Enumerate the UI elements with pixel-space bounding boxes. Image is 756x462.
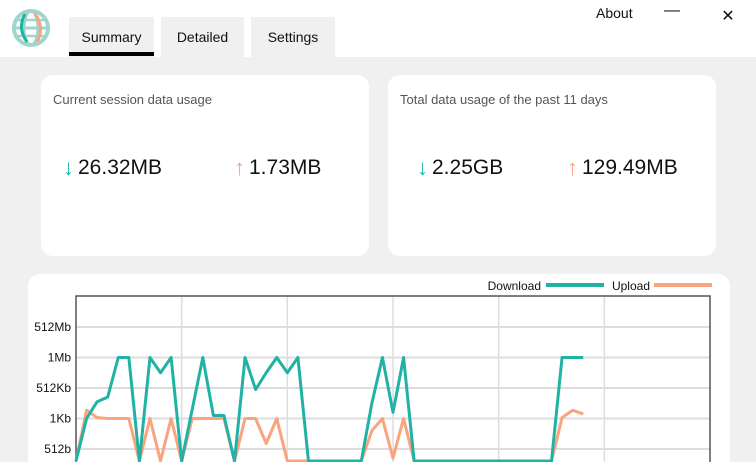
card-title: Total data usage of the past 11 days: [400, 92, 608, 107]
tab-detailed[interactable]: Detailed: [161, 17, 244, 57]
download-series-line: [74, 356, 584, 462]
arrow-up-icon: ↑: [234, 155, 245, 180]
y-tick-label: 1Kb: [50, 412, 72, 426]
y-tick-label: 512Mb: [34, 320, 71, 334]
usage-chart-card: 512b 1Kb 512Kb 1Mb 512Mb Download Upload: [28, 274, 730, 462]
arrow-down-icon: ↓: [63, 155, 74, 180]
y-tick-label: 512Kb: [36, 381, 71, 395]
legend: Download Upload: [488, 279, 712, 293]
title-bar: Summary Detailed Settings About — ✕: [0, 0, 756, 57]
upload-stat: ↑ 1.73MB: [234, 155, 321, 181]
legend-download-label: Download: [488, 279, 541, 293]
download-value: 26.32MB: [78, 156, 163, 179]
arrow-down-icon: ↓: [417, 155, 428, 180]
arrow-up-icon: ↑: [567, 155, 578, 180]
legend-upload-swatch: [654, 283, 712, 287]
total-usage-card: Total data usage of the past 11 days ↓ 2…: [388, 75, 716, 256]
about-button[interactable]: About: [596, 5, 633, 21]
download-value: 2.25GB: [432, 156, 504, 179]
upload-value: 1.73MB: [249, 156, 322, 179]
y-tick-label: 512b: [44, 442, 71, 456]
tab-settings[interactable]: Settings: [251, 17, 335, 57]
session-usage-card: Current session data usage ↓ 26.32MB ↑ 1…: [41, 75, 369, 256]
download-stat: ↓ 2.25GB: [417, 155, 503, 181]
y-tick-label: 1Mb: [48, 351, 72, 365]
upload-value: 129.49MB: [582, 156, 678, 179]
upload-stat: ↑ 129.49MB: [567, 155, 678, 181]
card-title: Current session data usage: [53, 92, 212, 107]
tab-summary[interactable]: Summary: [69, 17, 154, 57]
legend-upload-label: Upload: [612, 279, 650, 293]
download-stat: ↓ 26.32MB: [63, 155, 162, 181]
globe-logo-icon: [12, 9, 50, 47]
legend-download-swatch: [546, 283, 604, 287]
usage-line-chart: 512b 1Kb 512Kb 1Mb 512Mb Download Upload: [34, 279, 712, 462]
close-icon[interactable]: ✕: [718, 6, 738, 26]
minimize-icon[interactable]: —: [662, 2, 682, 20]
